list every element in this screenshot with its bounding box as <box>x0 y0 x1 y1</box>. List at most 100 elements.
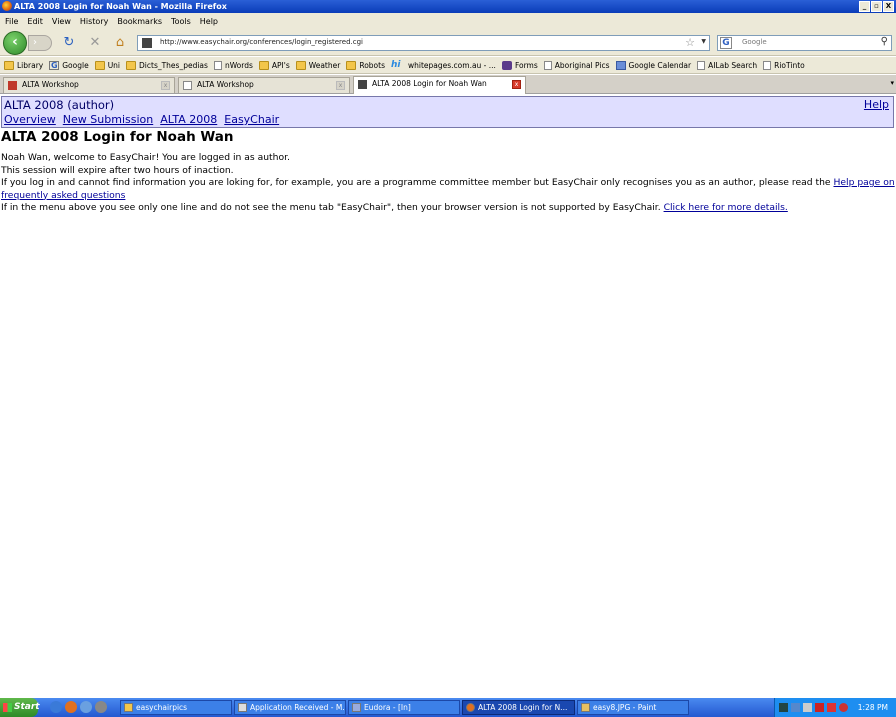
window-title: ALTA 2008 Login for Noah Wan - Mozilla F… <box>14 2 227 11</box>
bookmark-apis[interactable]: API's <box>258 60 290 70</box>
menu-easychair-link[interactable]: EasyChair <box>224 113 279 126</box>
bookmark-whitepages[interactable]: hi whitepages.com.au - ... <box>391 59 496 70</box>
tray-icon-3[interactable] <box>803 703 812 712</box>
tray-icon-1[interactable] <box>779 703 788 712</box>
page-icon <box>543 60 552 70</box>
taskbar: Start easychairpics Application Received… <box>0 698 896 717</box>
search-input[interactable]: Google <box>742 38 767 46</box>
bookmark-weather[interactable]: Weather <box>295 60 340 70</box>
close-button[interactable]: X <box>883 1 894 12</box>
site-icon <box>142 38 152 48</box>
tab-alta-workshop-1[interactable]: ALTA Workshop x <box>3 77 175 93</box>
quicklaunch-firefox-icon[interactable] <box>65 701 77 713</box>
page-icon <box>213 60 222 70</box>
minimize-button[interactable]: _ <box>859 1 870 12</box>
tray-icon-5[interactable] <box>827 703 836 712</box>
welcome-message: Noah Wan, welcome to EasyChair! You are … <box>1 152 896 215</box>
tab-list-icon[interactable]: ▾ <box>890 79 894 87</box>
windows-flag-icon <box>3 703 12 712</box>
menu-overview-link[interactable]: Overview <box>4 113 56 126</box>
bookmark-uni[interactable]: Uni <box>94 60 120 70</box>
menu-bookmarks[interactable]: Bookmarks <box>114 17 168 26</box>
conference-title: ALTA 2008 (author) <box>4 98 115 112</box>
system-tray: 1:28 PM <box>774 698 896 717</box>
firefox-icon <box>2 1 12 11</box>
easychair-favicon <box>358 80 367 89</box>
google-engine-icon[interactable]: G <box>720 37 732 49</box>
tray-icon-4[interactable] <box>815 703 824 712</box>
details-link[interactable]: Click here for more details. <box>664 202 788 213</box>
forward-button[interactable]: › <box>28 35 52 51</box>
menu-alta-2008-link[interactable]: ALTA 2008 <box>160 113 217 126</box>
quicklaunch-ie-icon[interactable] <box>50 701 62 713</box>
home-icon[interactable]: ⌂ <box>113 36 127 50</box>
tab-bar: ALTA Workshop x ALTA Workshop x ALTA 200… <box>0 75 896 94</box>
back-button[interactable]: ‹ <box>3 31 27 55</box>
bookmark-google-calendar[interactable]: Google Calendar <box>615 60 691 70</box>
bookmark-ailab-search[interactable]: AILab Search <box>697 60 757 70</box>
window-titlebar: ALTA 2008 Login for Noah Wan - Mozilla F… <box>0 0 896 13</box>
page-content: ALTA 2008 (author) Help Overview New Sub… <box>0 95 896 698</box>
task-paint[interactable]: easy8.JPG - Paint <box>577 700 689 715</box>
url-bar[interactable]: http://www.easychair.org/conferences/log… <box>137 35 710 51</box>
tab-close-icon[interactable]: x <box>161 81 170 90</box>
quicklaunch-media-icon[interactable] <box>95 701 107 713</box>
tab-alta-workshop-2[interactable]: ALTA Workshop x <box>178 77 350 93</box>
reload-icon[interactable]: ↻ <box>62 36 76 50</box>
stop-icon[interactable]: ✕ <box>88 36 102 50</box>
menu-new-submission-link[interactable]: New Submission <box>63 113 153 126</box>
task-application-received[interactable]: Application Received - M... <box>234 700 346 715</box>
tray-icon-6[interactable] <box>839 703 848 712</box>
folder-icon <box>126 60 137 70</box>
bookmark-riotinto[interactable]: RioTinto <box>763 60 805 70</box>
task-eudora[interactable]: Eudora - [In] <box>348 700 460 715</box>
eudora-icon <box>352 703 361 712</box>
clock: 1:28 PM <box>857 703 888 712</box>
tab-alta-login[interactable]: ALTA 2008 Login for Noah Wan x <box>353 76 526 94</box>
menu-help[interactable]: Help <box>197 17 224 26</box>
task-easychairpics[interactable]: easychairpics <box>120 700 232 715</box>
bookmark-nwords[interactable]: nWords <box>213 60 253 70</box>
page-icon <box>763 60 772 70</box>
bookmark-forms[interactable]: Forms <box>501 60 538 70</box>
navigation-toolbar: ‹ › ↻ ✕ ⌂ http://www.easychair.org/confe… <box>0 30 896 56</box>
bookmark-library[interactable]: Library <box>4 60 43 70</box>
menu-file[interactable]: File <box>2 17 24 26</box>
bookmark-google[interactable]: G Google <box>49 60 89 70</box>
menu-tools[interactable]: Tools <box>168 17 197 26</box>
folder-icon <box>346 60 357 70</box>
bookmarks-toolbar: Library G Google Uni Dicts_Thes_pedias nW… <box>0 57 896 74</box>
search-box[interactable]: G Google ⚲ <box>717 35 892 51</box>
folder-icon <box>295 60 306 70</box>
help-link[interactable]: Help <box>864 98 889 111</box>
bookmark-dicts[interactable]: Dicts_Thes_pedias <box>126 60 208 70</box>
alta-favicon <box>8 81 17 90</box>
tab-close-icon[interactable]: x <box>336 81 345 90</box>
quicklaunch-outlook-icon[interactable] <box>80 701 92 713</box>
url-dropdown-icon[interactable]: ▼ <box>701 38 706 45</box>
bookmark-aboriginal-pics[interactable]: Aboriginal Pics <box>543 60 610 70</box>
url-text[interactable]: http://www.easychair.org/conferences/log… <box>160 38 363 46</box>
search-icon[interactable]: ⚲ <box>881 36 888 47</box>
folder-icon <box>4 60 14 70</box>
tray-icon-2[interactable] <box>791 703 800 712</box>
session-line: This session will expire after two hours… <box>1 164 234 176</box>
menu-history[interactable]: History <box>77 17 114 26</box>
browser-paragraph: If in the menu above you see only one li… <box>1 202 788 213</box>
page-icon <box>183 81 192 90</box>
paint-icon <box>581 703 590 712</box>
google-icon: G <box>49 60 60 70</box>
hi-icon: hi <box>391 59 401 70</box>
bookmark-star-icon[interactable]: ☆ <box>685 36 695 49</box>
tab-close-icon[interactable]: x <box>512 80 521 89</box>
page-icon <box>697 60 706 70</box>
welcome-line: Noah Wan, welcome to EasyChair! You are … <box>1 152 290 163</box>
bookmark-robots[interactable]: Robots <box>346 60 385 70</box>
menu-edit[interactable]: Edit <box>24 17 49 26</box>
folder-icon <box>258 60 269 70</box>
task-firefox-alta[interactable]: ALTA 2008 Login for N... <box>462 700 575 715</box>
menu-bar: File Edit View History Bookmarks Tools H… <box>0 13 896 30</box>
menu-view[interactable]: View <box>49 17 77 26</box>
maximize-button[interactable]: ▫ <box>871 1 882 12</box>
start-button[interactable]: Start <box>0 698 40 717</box>
